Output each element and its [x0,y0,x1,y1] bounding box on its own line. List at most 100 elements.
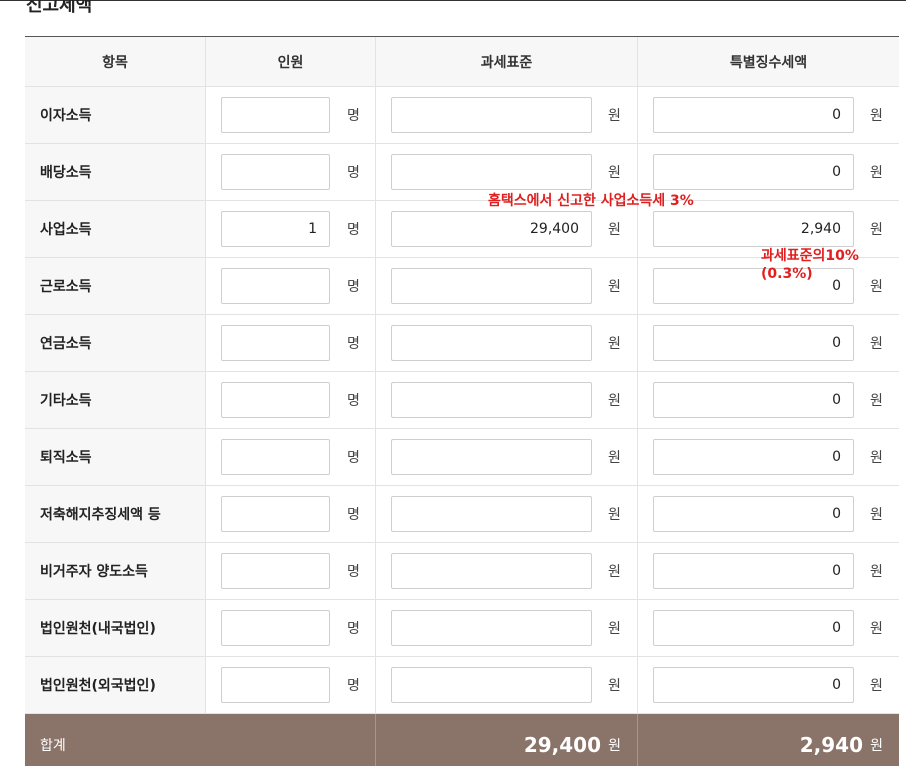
special-tax-input[interactable] [653,496,854,532]
persons-input[interactable] [221,268,330,304]
special-tax-input[interactable] [653,97,854,133]
special-tax-unit: 원 [870,507,883,523]
tax-base-input[interactable] [391,610,592,646]
special-tax-input[interactable] [653,325,854,361]
special-tax-input[interactable] [653,610,854,646]
special-tax-unit: 원 [870,564,883,580]
tax-base-input[interactable] [391,325,592,361]
persons-unit: 명 [347,564,360,580]
tax-base-unit: 원 [608,336,621,352]
ratio-annotation-line1: 과세표준의10% [761,248,859,264]
persons-input[interactable] [221,439,330,475]
header-persons: 인원 [206,37,376,86]
table-row: 이자소득 명 원 원 [25,87,899,144]
persons-unit: 명 [347,336,360,352]
table-row: 저축해지추징세액 등 명 원 원 [25,486,899,543]
total-tax-base: 29,400 [523,733,601,757]
special-tax-unit: 원 [870,393,883,409]
table-row: 배당소득명원원 [25,144,899,201]
total-special-tax-unit: 원 [870,738,883,754]
row-label: 법인원천(외국법인) [25,657,205,713]
tax-base-input[interactable] [391,496,592,532]
special-tax-unit: 원 [870,450,883,466]
persons-input[interactable] [221,382,330,418]
total-row: 합계 29,400 원 2,940 원 [25,714,899,766]
tax-base-input[interactable] [391,268,592,304]
tax-base-input[interactable] [391,382,592,418]
special-tax-unit: 원 [870,279,883,295]
special-tax-input[interactable] [653,439,854,475]
special-tax-input[interactable] [653,154,854,190]
persons-unit: 명 [347,165,360,181]
special-tax-input[interactable] [653,211,854,247]
persons-unit: 명 [347,279,360,295]
row-label: 사업소득 [25,201,205,257]
table-row: 퇴직소득 명 원 원 [25,429,899,486]
persons-input[interactable] [221,667,330,703]
persons-unit: 명 [347,222,360,238]
total-special-tax: 2,940 [799,733,863,757]
tax-base-input[interactable] [391,97,592,133]
persons-unit: 명 [347,393,360,409]
persons-input[interactable] [221,496,330,532]
table-row: 법인원천(내국법인) 명 원 원 [25,600,899,657]
tax-base-unit: 원 [608,621,621,637]
tax-base-unit: 원 [608,393,621,409]
table-row: 법인원천(외국법인) 명 원 원 [25,657,899,714]
persons-unit: 명 [347,450,360,466]
persons-input[interactable] [221,97,330,133]
persons-unit: 명 [347,108,360,124]
tax-base-unit: 원 [608,108,621,124]
row-label: 기타소득 [25,372,205,428]
total-label: 합계 [40,738,66,754]
total-tax-base-unit: 원 [608,738,621,754]
tax-base-input[interactable] [391,553,592,589]
tax-base-input[interactable] [391,154,592,190]
tax-base-input[interactable] [391,211,592,247]
tax-base-input[interactable] [391,439,592,475]
row-label: 배당소득 [25,144,205,200]
persons-input[interactable] [221,154,330,190]
header-tax-base: 과세표준 [376,37,638,86]
persons-input[interactable] [221,553,330,589]
table-row: 비거주자 양도소득 명 원 원 [25,543,899,600]
table-row: 연금소득 명 원 원 [25,315,899,372]
row-label: 저축해지추징세액 등 [25,486,205,542]
tax-base-input[interactable] [391,667,592,703]
tax-base-unit: 원 [608,564,621,580]
row-label: 비거주자 양도소득 [25,543,205,599]
row-label: 근로소득 [25,258,205,314]
special-tax-unit: 원 [870,108,883,124]
special-tax-unit: 원 [870,165,883,181]
section-title: 신고세액 [26,0,93,16]
table-header-row: 항목 인원 과세표준 특별징수세액 [25,37,899,87]
special-tax-input[interactable] [653,553,854,589]
persons-unit: 명 [347,621,360,637]
special-tax-unit: 원 [870,336,883,352]
tax-base-unit: 원 [608,450,621,466]
ratio-annotation: 과세표준의10% (0.3%) [761,247,859,283]
tax-base-unit: 원 [608,507,621,523]
persons-input[interactable] [221,610,330,646]
special-tax-unit: 원 [870,222,883,238]
header-special-tax: 특별징수세액 [729,54,808,71]
row-label: 법인원천(내국법인) [25,600,205,656]
tax-report-table: 항목 인원 과세표준 특별징수세액 이자소득명원원배당소득명원원사업소득명원원근… [25,36,899,766]
persons-input[interactable] [221,211,330,247]
special-tax-unit: 원 [870,621,883,637]
top-divider [0,0,906,1]
special-tax-unit: 원 [870,678,883,694]
business-tax-annotation: 홈택스에서 신고한 사업소득세 3% [488,193,694,209]
special-tax-input[interactable] [653,382,854,418]
persons-unit: 명 [347,507,360,523]
row-label: 퇴직소득 [25,429,205,485]
persons-unit: 명 [347,678,360,694]
header-item: 항목 [25,37,206,86]
tax-base-unit: 원 [608,279,621,295]
special-tax-input[interactable] [653,667,854,703]
row-label: 연금소득 [25,315,205,371]
ratio-annotation-line2: (0.3%) [761,266,813,282]
table-row: 기타소득 명 원 원 [25,372,899,429]
persons-input[interactable] [221,325,330,361]
tax-base-unit: 원 [608,678,621,694]
